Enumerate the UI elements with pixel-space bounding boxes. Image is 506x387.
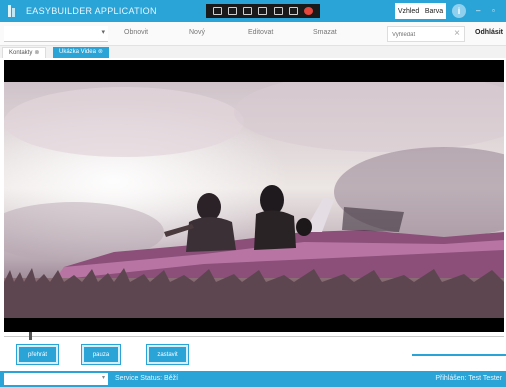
view-option-barva[interactable]: Barva bbox=[425, 8, 443, 15]
video-icon[interactable] bbox=[243, 7, 253, 15]
refresh-button[interactable]: Obnovit bbox=[124, 29, 148, 36]
info-icon[interactable]: i bbox=[452, 4, 466, 18]
close-tab-icon[interactable]: ⊗ bbox=[98, 47, 103, 58]
tab-bar: Kontakty ⊗ Ukázka Videa ⊗ bbox=[0, 46, 506, 58]
expand-icon[interactable] bbox=[288, 7, 298, 15]
stop-button[interactable]: zastavit bbox=[146, 344, 189, 365]
video-frame bbox=[4, 82, 504, 318]
app-title: EASYBUILDER APPLICATION bbox=[26, 6, 157, 16]
tab-video-demo[interactable]: Ukázka Videa ⊗ bbox=[53, 47, 109, 58]
status-bar: ▾ Service Status: Běží Přihlášen: Test T… bbox=[0, 371, 506, 387]
tab-label: Kontakty bbox=[9, 49, 33, 56]
tool-strip bbox=[206, 4, 320, 18]
seek-bar[interactable] bbox=[4, 336, 504, 337]
window-icon[interactable] bbox=[228, 7, 238, 15]
volume-slider[interactable] bbox=[412, 354, 506, 356]
status-select[interactable]: ▾ bbox=[4, 373, 108, 385]
record-icon[interactable] bbox=[303, 7, 313, 15]
new-button[interactable]: Nový bbox=[189, 29, 205, 36]
pause-button[interactable]: pauza bbox=[81, 344, 121, 365]
chevron-down-icon: ▾ bbox=[101, 375, 105, 381]
app-logo-icon bbox=[8, 5, 15, 17]
search-box: × bbox=[387, 26, 465, 42]
record-select[interactable]: ▾ bbox=[4, 26, 108, 42]
logout-button[interactable]: Odhlásit bbox=[475, 29, 503, 36]
play-button[interactable]: přehrát bbox=[16, 344, 59, 365]
layout-icon[interactable] bbox=[213, 7, 223, 15]
player-controls: přehrát pauza zastavit bbox=[0, 341, 506, 368]
restore-button[interactable]: ▫ bbox=[492, 6, 495, 15]
edit-button[interactable]: Editovat bbox=[248, 29, 273, 36]
view-option-vzhled[interactable]: Vzhled bbox=[398, 8, 419, 15]
view-toggle: Vzhled Barva bbox=[395, 3, 446, 19]
video-scene-image bbox=[4, 82, 504, 318]
clear-search-icon[interactable]: × bbox=[454, 28, 460, 39]
tab-contacts[interactable]: Kontakty ⊗ bbox=[2, 47, 47, 59]
chevron-down-icon: ▾ bbox=[101, 29, 105, 36]
search-input[interactable] bbox=[392, 29, 448, 40]
service-status: Service Status: Běží bbox=[115, 375, 179, 382]
seek-handle[interactable] bbox=[29, 332, 32, 340]
toolbar: ▾ Obnovit Nový Editovat Smazat × Odhlási… bbox=[0, 22, 506, 46]
video-player[interactable] bbox=[4, 60, 504, 332]
minimize-button[interactable]: – bbox=[476, 6, 480, 15]
logged-in-user: Přihlášen: Test Tester bbox=[435, 375, 502, 382]
delete-button[interactable]: Smazat bbox=[313, 29, 337, 36]
settings-icon[interactable] bbox=[273, 7, 283, 15]
title-bar: EASYBUILDER APPLICATION Vzhled Barva i –… bbox=[0, 0, 506, 22]
image-icon[interactable] bbox=[258, 7, 268, 15]
tab-label: Ukázka Videa bbox=[59, 49, 96, 55]
close-tab-icon[interactable]: ⊗ bbox=[34, 48, 39, 59]
